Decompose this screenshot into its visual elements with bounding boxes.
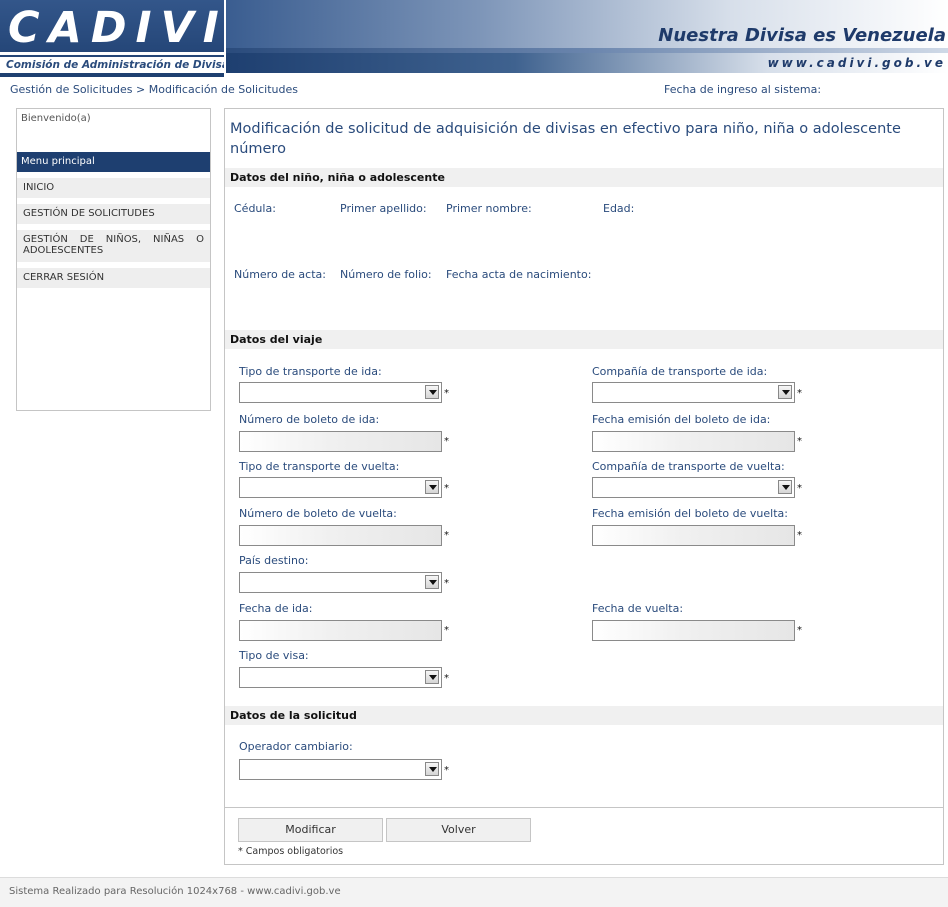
- tipo-transporte-ida-label: Tipo de transporte de ida:: [239, 365, 382, 378]
- divider: [225, 807, 943, 808]
- modificar-button[interactable]: Modificar: [238, 818, 383, 842]
- fecha-emision-vuelta-label: Fecha emisión del boleto de vuelta:: [592, 507, 788, 520]
- trip-section-header: Datos del viaje: [225, 330, 943, 349]
- fecha-emision-ida-label: Fecha emisión del boleto de ida:: [592, 413, 771, 426]
- required-mark: *: [444, 436, 449, 447]
- chevron-down-icon[interactable]: [778, 480, 792, 494]
- required-fields-note: * Campos obligatorios: [238, 846, 344, 857]
- cadivi-logo: CADIVI Comisión de Administración de Div…: [0, 0, 224, 77]
- required-mark: *: [444, 673, 449, 684]
- required-mark: *: [797, 530, 802, 541]
- chevron-down-icon[interactable]: [425, 385, 439, 399]
- logo-text: CADIVI: [8, 3, 228, 53]
- primer-nombre-label: Primer nombre:: [446, 202, 532, 215]
- main-panel: Modificación de solicitud de adquisición…: [224, 108, 944, 865]
- numero-boleto-ida-label: Número de boleto de ida:: [239, 413, 380, 426]
- login-date-label: Fecha de ingreso al sistema:: [664, 83, 822, 96]
- fecha-vuelta-input[interactable]: [592, 620, 795, 641]
- required-mark: *: [797, 388, 802, 399]
- required-mark: *: [797, 436, 802, 447]
- tipo-transporte-vuelta-select[interactable]: [239, 477, 442, 498]
- required-mark: *: [444, 483, 449, 494]
- numero-boleto-vuelta-input[interactable]: [239, 525, 442, 546]
- required-mark: *: [797, 483, 802, 494]
- fecha-ida-label: Fecha de ida:: [239, 602, 313, 615]
- required-mark: *: [444, 578, 449, 589]
- operador-cambiario-label: Operador cambiario:: [239, 740, 353, 753]
- tipo-visa-label: Tipo de visa:: [239, 649, 309, 662]
- required-mark: *: [444, 388, 449, 399]
- numero-boleto-ida-input[interactable]: [239, 431, 442, 452]
- required-mark: *: [444, 765, 449, 776]
- chevron-down-icon[interactable]: [778, 385, 792, 399]
- operador-cambiario-select[interactable]: [239, 759, 442, 780]
- required-mark: *: [444, 625, 449, 636]
- logo-stripe: [0, 52, 224, 55]
- header: CADIVI Comisión de Administración de Div…: [0, 0, 948, 77]
- site-url: www.cadivi.gob.ve: [767, 56, 946, 70]
- compania-transporte-ida-label: Compañía de transporte de ida:: [592, 365, 768, 378]
- primer-apellido-label: Primer apellido:: [340, 202, 427, 215]
- page-title: Modificación de solicitud de adquisición…: [230, 121, 901, 157]
- compania-transporte-vuelta-select[interactable]: [592, 477, 795, 498]
- sidebar-item-gestion-solicitudes[interactable]: GESTIÓN DE SOLICITUDES: [17, 204, 210, 224]
- fecha-vuelta-label: Fecha de vuelta:: [592, 602, 684, 615]
- tipo-transporte-vuelta-label: Tipo de transporte de vuelta:: [239, 460, 400, 473]
- fecha-emision-ida-input[interactable]: [592, 431, 795, 452]
- footer-text: Sistema Realizado para Resolución 1024x7…: [9, 886, 341, 897]
- chevron-down-icon[interactable]: [425, 480, 439, 494]
- required-mark: *: [797, 625, 802, 636]
- compania-transporte-vuelta-label: Compañía de transporte de vuelta:: [592, 460, 785, 473]
- request-section-header: Datos de la solicitud: [225, 706, 943, 725]
- numero-folio-label: Número de folio:: [340, 268, 432, 281]
- chevron-down-icon[interactable]: [425, 762, 439, 776]
- site-url-bar: www.cadivi.gob.ve: [226, 53, 948, 73]
- fecha-ida-input[interactable]: [239, 620, 442, 641]
- welcome-text: Bienvenido(a): [21, 113, 91, 124]
- pais-destino-label: País destino:: [239, 554, 309, 567]
- child-section-header: Datos del niño, niña o adolescente: [225, 168, 943, 187]
- footer: Sistema Realizado para Resolución 1024x7…: [0, 877, 948, 907]
- sidebar-item-inicio[interactable]: INICIO: [17, 178, 210, 198]
- tipo-visa-select[interactable]: [239, 667, 442, 688]
- sidebar: Bienvenido(a) Menu principal INICIO GEST…: [16, 108, 211, 411]
- edad-label: Edad:: [603, 202, 635, 215]
- sidebar-item-gestion-ninos[interactable]: GESTIÓN DE NIÑOS, NIÑAS O ADOLESCENTES: [17, 230, 210, 262]
- cedula-label: Cédula:: [234, 202, 276, 215]
- pais-destino-select[interactable]: [239, 572, 442, 593]
- fecha-acta-label: Fecha acta de nacimiento:: [446, 268, 592, 281]
- breadcrumb: Gestión de Solicitudes > Modificación de…: [10, 83, 298, 96]
- numero-acta-label: Número de acta:: [234, 268, 326, 281]
- compania-transporte-ida-select[interactable]: [592, 382, 795, 403]
- tipo-transporte-ida-select[interactable]: [239, 382, 442, 403]
- sidebar-item-cerrar-sesion[interactable]: CERRAR SESIÓN: [17, 268, 210, 288]
- required-mark: *: [444, 530, 449, 541]
- menu-title: Menu principal: [17, 152, 210, 172]
- chevron-down-icon[interactable]: [425, 670, 439, 684]
- slogan: Nuestra Divisa es Venezuela: [658, 25, 946, 46]
- chevron-down-icon[interactable]: [425, 575, 439, 589]
- fecha-emision-vuelta-input[interactable]: [592, 525, 795, 546]
- logo-subtitle: Comisión de Administración de Divisas: [0, 57, 224, 73]
- volver-button[interactable]: Volver: [386, 818, 531, 842]
- numero-boleto-vuelta-label: Número de boleto de vuelta:: [239, 507, 397, 520]
